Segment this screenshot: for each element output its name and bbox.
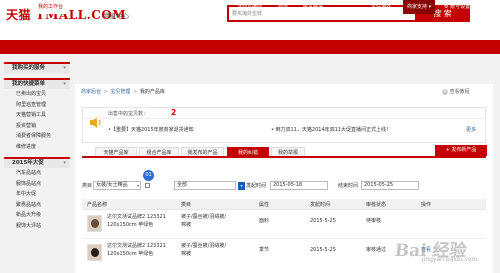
product-name-line: 达尔文测试品牌2 123321 xyxy=(107,243,166,249)
chevron-down-icon: ▾ xyxy=(63,65,66,71)
product-name[interactable]: 达尔文测试品牌2 123321 120x150cm 苹绿色 xyxy=(107,242,166,258)
selling-count-label: 出售中的宝贝数： xyxy=(108,111,149,117)
product-thumbnail[interactable] xyxy=(87,215,102,232)
sidebar-purchased-services[interactable]: 我购买的服务 ▾ xyxy=(4,62,70,73)
chevron-down-icon: ▾ xyxy=(63,81,66,87)
product-category: 被子/蚕丝被/羽绒被/ 棉被 xyxy=(181,213,226,229)
category-line: 被子/蚕丝被/羽绒被/ xyxy=(181,243,227,249)
product-name[interactable]: 达尔文测试品牌2 123321 120x150cm 苹绿色 xyxy=(107,213,166,229)
step-badge: 01 xyxy=(143,170,154,181)
checkbox[interactable] xyxy=(145,183,150,188)
sidebar-section-title: 2015年大促 xyxy=(12,160,44,166)
all-select[interactable]: 全部 xyxy=(174,181,236,190)
sidebar-item-apparel-review[interactable]: 服饰大评站 xyxy=(4,221,70,232)
category-line: 被子/蚕丝被/羽绒被/ xyxy=(181,214,227,220)
publish-new-product-button[interactable]: + 发布新产品 xyxy=(435,145,487,156)
product-category: 被子/蚕丝被/羽绒被/ 棉被 xyxy=(181,242,226,258)
product-time: 2015-5-25 xyxy=(310,247,336,253)
nav-thinktank[interactable]: 天猫智库 xyxy=(120,0,140,14)
nav-learning[interactable]: 天猫学习库 xyxy=(160,0,185,14)
main-nav xyxy=(0,40,500,54)
col-time: 发起时间 xyxy=(310,202,331,208)
nav-workbench[interactable]: 我的工作台 xyxy=(34,0,68,14)
category-select[interactable]: 女装/女士精品 ▾ xyxy=(93,181,141,190)
col-action: 操作 xyxy=(421,202,432,208)
end-time-label: 结束时间 xyxy=(338,183,359,189)
chevron-down-icon: ▾ xyxy=(136,183,139,188)
sidebar-section-title: 我的快捷菜单 xyxy=(12,81,46,87)
sidebar-item-midyear[interactable]: 年中大促 xyxy=(4,189,70,200)
sidebar-item-repair[interactable]: 维修进度 xyxy=(4,142,70,153)
selling-count: 2 xyxy=(171,108,177,117)
product-attribute: 季节 xyxy=(259,247,270,253)
breadcrumb-item[interactable]: 商家后台 xyxy=(81,89,101,95)
chevron-down-icon: ▾ xyxy=(63,160,66,166)
product-time: 2015-5-25 xyxy=(310,218,336,224)
sidebar-quick-menu[interactable]: 我的快捷菜单 ▾ xyxy=(4,78,70,89)
nav-meow[interactable]: 喵言喵语 xyxy=(303,0,323,14)
breadcrumb-separator: > xyxy=(103,89,108,95)
col-category: 类目 xyxy=(181,202,192,208)
nav-account-settings[interactable]: ⚙ 账号设置 xyxy=(444,0,470,14)
category-select-value: 女装/女士精品 xyxy=(96,182,128,188)
start-time-label: 发起时间 xyxy=(246,183,267,189)
nav-alliance[interactable]: 商盟 xyxy=(278,0,288,14)
more-link[interactable]: 更多 xyxy=(466,126,476,133)
product-name-line: 达尔文测试品牌2 123321 xyxy=(107,214,166,220)
help-link-label: 查看教程 xyxy=(449,89,470,95)
sidebar-item-apparel[interactable]: 服饰品站点 xyxy=(4,179,70,190)
breadcrumb: 商家后台 > 宝贝管理 > 我的产品库 xyxy=(81,88,165,95)
all-select-value: 全部 xyxy=(177,182,188,188)
col-attribute: 属性 xyxy=(259,202,270,208)
category-label: 类目 xyxy=(82,183,93,189)
breadcrumb-separator: > xyxy=(133,89,138,95)
sidebar-promo-2015[interactable]: 2015年大促 ▾ xyxy=(4,157,70,168)
help-link[interactable]: ? 查看教程 xyxy=(442,88,470,95)
product-status: 审核通过 xyxy=(366,247,387,253)
sidebar-item-investment[interactable]: 投资营销 xyxy=(4,121,70,132)
question-icon: ? xyxy=(442,88,448,95)
watermark-url: jingyan.baidu.com xyxy=(422,256,478,263)
sidebar-item-new-upgrade[interactable]: 新品大升级 xyxy=(4,210,70,221)
product-thumbnail[interactable] xyxy=(87,244,102,261)
sidebar-item-marketing[interactable]: 天猫营销工具 xyxy=(4,110,70,121)
sidebar-section-title: 我购买的服务 xyxy=(12,65,46,71)
chevron-down-icon[interactable]: ▾ xyxy=(238,182,245,190)
col-status: 审核状态 xyxy=(366,202,387,208)
nav-overseas[interactable]: 炎任海外 xyxy=(371,0,391,14)
nav-live[interactable]: 活动直播间 xyxy=(237,0,262,14)
sidebar-item-consumer-protection[interactable]: 消费者保障服务 xyxy=(4,131,70,142)
sidebar-item-inspection[interactable]: 阿里巡查管理 xyxy=(4,100,70,111)
breadcrumb-current: 我的产品库 xyxy=(139,89,165,95)
breadcrumb-item[interactable]: 宝贝管理 xyxy=(110,89,130,95)
product-name-line: 120x150cm 苹绿色 xyxy=(107,222,154,228)
nav-account-settings-label: 账号设置 xyxy=(450,4,471,10)
end-date-input[interactable]: 2015-05-25 xyxy=(361,181,419,190)
product-name-line: 120x150cm 苹绿色 xyxy=(107,251,154,257)
sidebar-item-sold[interactable]: 已卖出的宝贝 xyxy=(4,89,70,100)
col-product-name: 产品名称 xyxy=(87,202,108,208)
category-line: 棉被 xyxy=(181,251,192,257)
start-date-input[interactable]: 2015-05-18 xyxy=(270,181,328,190)
notice-item[interactable]: • 倒力双11，天猫2014年双11大促直播间正式上线！ xyxy=(271,126,391,133)
tab-underline xyxy=(82,156,486,158)
nav-home[interactable]: 首页 xyxy=(8,0,18,14)
sidebar-item-auto[interactable]: 汽车品站点 xyxy=(4,168,70,179)
nav-growth[interactable]: 商家成长 xyxy=(80,0,100,14)
category-line: 棉被 xyxy=(181,222,192,228)
left-sidebar: 我购买的服务 ▾ 我的快捷菜单 ▾ 已卖出的宝贝 阿里巡查管理 天猫营销工具 投… xyxy=(4,62,70,231)
nav-rules[interactable]: 天猫规则 xyxy=(201,0,221,14)
sidebar-item-juhui[interactable]: 聚惠品站点 xyxy=(4,200,70,211)
nav-merchant-support[interactable]: 商家支持 ▾ xyxy=(403,0,436,14)
product-status: 待审核 xyxy=(366,218,382,224)
notice-item[interactable]: •【重要】天猫2015年度商家退货通知 xyxy=(108,126,194,133)
product-attribute: 面料 xyxy=(259,218,270,224)
divider xyxy=(82,118,486,119)
